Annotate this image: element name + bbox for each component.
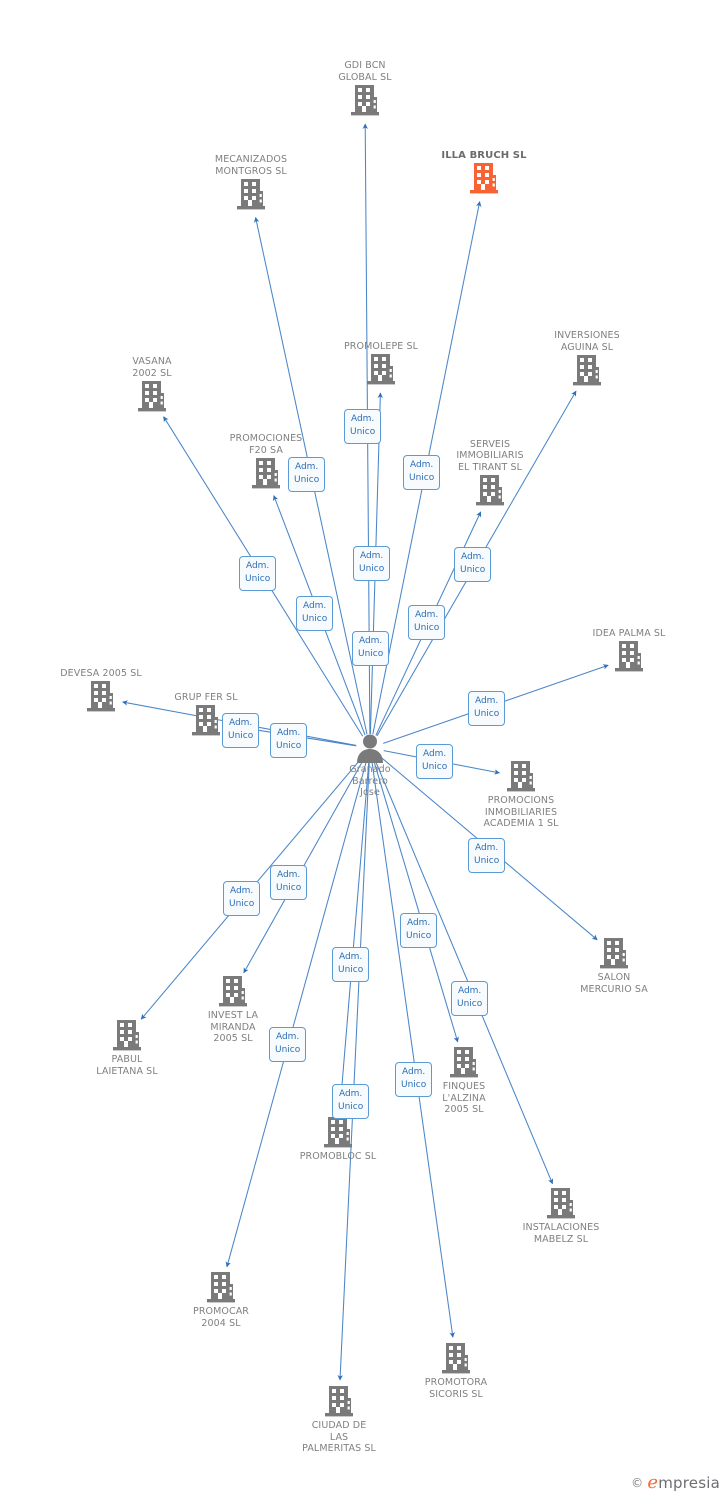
person-node-granado-barrero-jose[interactable]: Granado Barrero Jose bbox=[310, 733, 430, 799]
company-node-idea-palma-sl[interactable]: IDEA PALMA SL bbox=[569, 628, 689, 675]
copyright-symbol: © bbox=[631, 1476, 644, 1490]
company-node-label: INSTALACIONES MABELZ SL bbox=[522, 1222, 600, 1245]
company-node-salon-mercurio-sa[interactable]: SALON MERCURIO SA bbox=[554, 937, 674, 995]
company-node-gdi-bcn-global-sl[interactable]: GDI BCN GLOBAL SL bbox=[305, 60, 425, 118]
building-icon bbox=[350, 84, 380, 118]
relation-label-adm-unico[interactable]: Adm. Unico bbox=[288, 457, 326, 492]
company-node-label: INVERSIONES AGUINA SL bbox=[554, 330, 620, 353]
relation-label-adm-unico[interactable]: Adm. Unico bbox=[270, 865, 308, 900]
company-node-ciudad-de-las-palmeritas-sl[interactable]: CIUDAD DE LAS PALMERITAS SL bbox=[279, 1385, 399, 1455]
building-icon bbox=[469, 162, 499, 196]
building-icon bbox=[251, 457, 281, 491]
relation-label-adm-unico[interactable]: Adm. Unico bbox=[239, 556, 277, 591]
brand-initial: e bbox=[647, 1472, 659, 1493]
company-node-label: IDEA PALMA SL bbox=[592, 627, 666, 639]
building-icon bbox=[86, 680, 116, 714]
company-node-mecanizados-montgros-sl[interactable]: MECANIZADOS MONTGROS SL bbox=[191, 154, 311, 212]
building-icon bbox=[67, 1019, 187, 1053]
relation-label-adm-unico[interactable]: Adm. Unico bbox=[222, 713, 260, 748]
company-node-label: PABUL LAIETANA SL bbox=[96, 1054, 158, 1077]
company-node-label: PROMOBLOC SL bbox=[299, 1151, 377, 1162]
edge-to-finques-lalzina-2005-sl bbox=[373, 761, 459, 1043]
relation-label-adm-unico[interactable]: Adm. Unico bbox=[269, 1027, 307, 1062]
relation-label-adm-unico[interactable]: Adm. Unico bbox=[296, 596, 334, 631]
person-node-label: Granado Barrero Jose bbox=[349, 764, 391, 798]
building-icon bbox=[137, 380, 167, 414]
company-node-label: PROMOCAR 2004 SL bbox=[192, 1306, 249, 1329]
building-icon bbox=[191, 704, 221, 738]
building-icon bbox=[236, 178, 266, 212]
relation-label-adm-unico[interactable]: Adm. Unico bbox=[270, 723, 308, 758]
company-node-serveis-immobiliaris-el-tirant-sl[interactable]: SERVEIS IMMOBILIARIS EL TIRANT SL bbox=[430, 439, 550, 509]
brand-name: mpresia bbox=[658, 1474, 720, 1492]
company-node-label: SERVEIS IMMOBILIARIS EL TIRANT SL bbox=[456, 438, 524, 473]
company-node-label: DEVESA 2005 SL bbox=[60, 667, 142, 679]
building-icon bbox=[173, 975, 293, 1009]
building-icon bbox=[614, 640, 644, 674]
company-node-inversiones-aguina-sl[interactable]: INVERSIONES AGUINA SL bbox=[527, 330, 647, 388]
company-node-promocions-inmobiliaries-academia-1-sl[interactable]: PROMOCIONS INMOBILIARIES ACADEMIA 1 SL bbox=[461, 760, 581, 830]
relation-label-adm-unico[interactable]: Adm. Unico bbox=[416, 744, 454, 779]
watermark: © empresia bbox=[631, 1472, 720, 1493]
company-node-label: SALON MERCURIO SA bbox=[580, 972, 648, 995]
company-node-devesa-2005-sl[interactable]: DEVESA 2005 SL bbox=[41, 668, 161, 715]
company-node-label: PROMOCIONS INMOBILIARIES ACADEMIA 1 SL bbox=[483, 795, 559, 829]
company-node-illa-bruch-sl[interactable]: ILLA BRUCH SL bbox=[424, 150, 544, 197]
edge-to-ciudad-de-las-palmeritas-sl bbox=[337, 761, 370, 1381]
relation-label-adm-unico[interactable]: Adm. Unico bbox=[352, 631, 390, 666]
company-node-label: PROMOLEPE SL bbox=[343, 340, 419, 352]
person-icon bbox=[310, 733, 430, 763]
relation-label-adm-unico[interactable]: Adm. Unico bbox=[332, 947, 370, 982]
company-node-label: GRUP FER SL bbox=[174, 691, 238, 703]
building-icon bbox=[572, 354, 602, 388]
relation-label-adm-unico[interactable]: Adm. Unico bbox=[468, 691, 506, 726]
company-node-promolepe-sl[interactable]: PROMOLEPE SL bbox=[321, 341, 441, 388]
company-node-label: CIUDAD DE LAS PALMERITAS SL bbox=[302, 1420, 376, 1454]
relation-label-adm-unico[interactable]: Adm. Unico bbox=[454, 547, 492, 582]
relation-label-adm-unico[interactable]: Adm. Unico bbox=[400, 913, 438, 948]
relation-label-adm-unico[interactable]: Adm. Unico bbox=[395, 1062, 433, 1097]
company-node-label: GDI BCN GLOBAL SL bbox=[338, 60, 392, 83]
company-node-label: PROMOCIONES F20 SA bbox=[229, 433, 303, 456]
network-diagram-canvas: Granado Barrero Jose GDI BCN GLOBAL SL ILL… bbox=[0, 0, 728, 1500]
relation-label-adm-unico[interactable]: Adm. Unico bbox=[223, 881, 261, 916]
company-node-promocar-2004-sl[interactable]: PROMOCAR 2004 SL bbox=[161, 1271, 281, 1329]
building-icon bbox=[279, 1385, 399, 1419]
company-node-pabul-laietana-sl[interactable]: PABUL LAIETANA SL bbox=[67, 1019, 187, 1077]
relation-label-adm-unico[interactable]: Adm. Unico bbox=[344, 409, 382, 444]
company-node-label: VASANA 2002 SL bbox=[132, 356, 172, 379]
building-icon bbox=[501, 1187, 621, 1221]
relation-label-adm-unico[interactable]: Adm. Unico bbox=[332, 1084, 370, 1119]
relation-label-adm-unico[interactable]: Adm. Unico bbox=[408, 605, 446, 640]
company-node-instalaciones-mabelz-sl[interactable]: INSTALACIONES MABELZ SL bbox=[501, 1187, 621, 1245]
building-icon bbox=[366, 353, 396, 387]
relation-label-adm-unico[interactable]: Adm. Unico bbox=[451, 981, 489, 1016]
building-icon bbox=[461, 760, 581, 794]
building-icon bbox=[396, 1342, 516, 1376]
company-node-vasana-2002-sl[interactable]: VASANA 2002 SL bbox=[92, 356, 212, 414]
relation-label-adm-unico[interactable]: Adm. Unico bbox=[403, 455, 441, 490]
building-icon bbox=[554, 937, 674, 971]
company-node-label: MECANIZADOS MONTGROS SL bbox=[214, 154, 288, 177]
relation-label-adm-unico[interactable]: Adm. Unico bbox=[468, 838, 506, 873]
company-node-promobloc-sl[interactable]: PROMOBLOC SL bbox=[278, 1116, 398, 1163]
building-icon bbox=[278, 1116, 398, 1150]
relation-label-adm-unico[interactable]: Adm. Unico bbox=[353, 546, 391, 581]
building-icon bbox=[475, 474, 505, 508]
company-node-label: PROMOTORA SICORIS SL bbox=[424, 1377, 488, 1400]
company-node-label: ILLA BRUCH SL bbox=[441, 149, 527, 161]
edge-to-promobloc-sl bbox=[337, 761, 370, 1112]
company-node-promotora-sicoris-sl[interactable]: PROMOTORA SICORIS SL bbox=[396, 1342, 516, 1400]
building-icon bbox=[161, 1271, 281, 1305]
